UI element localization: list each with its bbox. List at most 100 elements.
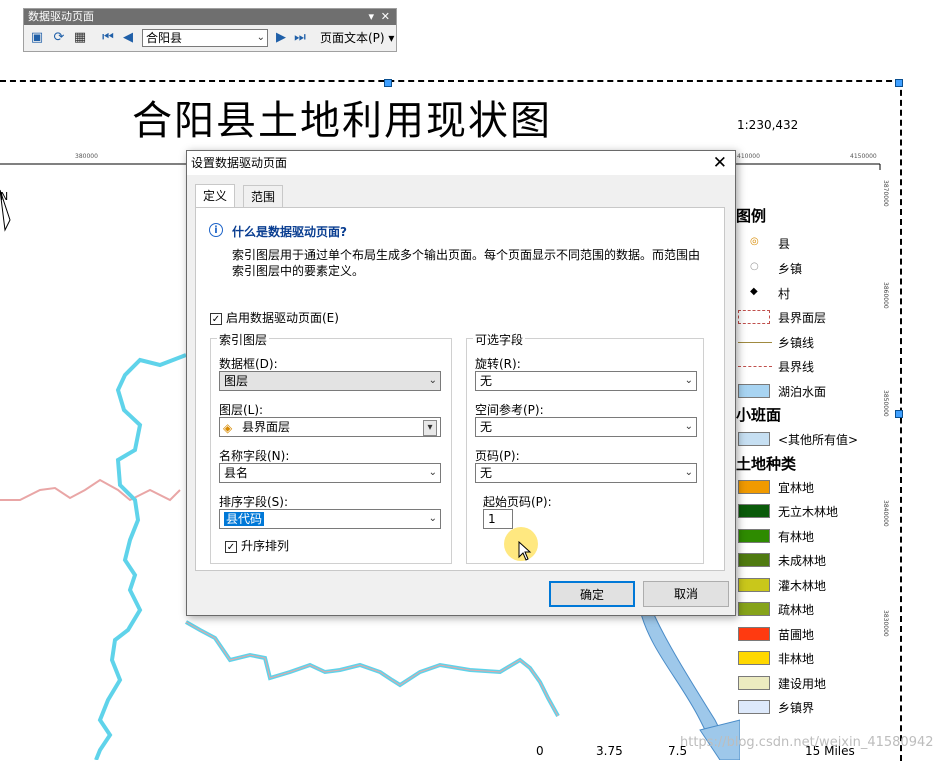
dialog-title: 设置数据驱动页面 bbox=[191, 156, 288, 170]
legend-item: 乡镇界 bbox=[736, 698, 886, 718]
legend-line bbox=[738, 342, 772, 343]
refresh-pages-icon[interactable]: ⟳ bbox=[51, 30, 67, 46]
setup-data-driven-pages-dialog: 设置数据驱动页面 ✕ 定义 范围 i 什么是数据驱动页面? 索引图层用于通过单个… bbox=[186, 150, 736, 616]
last-page-icon[interactable]: ⏭ bbox=[292, 30, 308, 46]
legend-item: ○ 乡镇 bbox=[736, 259, 886, 279]
data-frame-value: 图层 bbox=[224, 374, 249, 388]
ok-button[interactable]: 确定 bbox=[549, 581, 635, 607]
legend-item: ◆ 村 bbox=[736, 284, 886, 304]
enable-ddp-checkbox[interactable]: ✓ 启用数据驱动页面(E) bbox=[210, 309, 339, 326]
svg-text:380000: 380000 bbox=[75, 153, 98, 160]
toolbar-titlebar[interactable]: 数据驱动页面 ▾ ✕ bbox=[24, 9, 396, 25]
legend-swatch bbox=[738, 553, 770, 567]
legend-item-label: 灌木林地 bbox=[778, 579, 827, 593]
legend-item-label: 非林地 bbox=[778, 652, 815, 666]
legend-item-label: 宜林地 bbox=[778, 481, 815, 495]
legend-item-label: 县界面层 bbox=[778, 311, 827, 325]
tab-definition[interactable]: 定义 bbox=[195, 184, 236, 208]
spatial-reference-select[interactable]: 无 ⌄ bbox=[475, 417, 697, 437]
previous-page-icon[interactable]: ◀ bbox=[120, 30, 136, 46]
toolbar-title: 数据驱动页面 bbox=[28, 10, 94, 23]
rotation-select[interactable]: 无 ⌄ bbox=[475, 371, 697, 391]
chevron-down-icon: ⌄ bbox=[684, 467, 693, 478]
legend-swatch bbox=[738, 504, 770, 518]
info-description: 索引图层用于通过单个布局生成多个输出页面。每个页面显示不同范围的数据。而范围由索… bbox=[232, 248, 701, 278]
scale-bar-label: 3.75 bbox=[596, 744, 623, 758]
legend-item-label: 建设用地 bbox=[778, 677, 827, 691]
enable-ddp-label: 启用数据驱动页面(E) bbox=[226, 311, 339, 325]
setup-pages-icon[interactable]: ▣ bbox=[29, 30, 45, 46]
legend-item-label: 县界线 bbox=[778, 360, 815, 374]
map-title: 合阳县土地利用现状图 bbox=[132, 98, 552, 144]
dialog-titlebar[interactable]: 设置数据驱动页面 ✕ bbox=[187, 151, 735, 175]
close-icon[interactable]: ✕ bbox=[713, 151, 727, 175]
toolbar-dropdown-icon[interactable]: ▾ bbox=[368, 9, 374, 25]
name-field-value: 县名 bbox=[224, 466, 249, 480]
info-icon: i bbox=[209, 223, 223, 237]
legend-item-label: 疏林地 bbox=[778, 603, 815, 617]
county-point-icon: ◎ bbox=[750, 236, 759, 247]
page-select-value: 合阳县 bbox=[146, 31, 183, 45]
legend-item: <其他所有值> bbox=[736, 430, 886, 450]
rotation-label: 旋转(R): bbox=[475, 357, 521, 371]
tab-extent[interactable]: 范围 bbox=[243, 185, 284, 207]
next-page-icon[interactable]: ▶ bbox=[273, 30, 289, 46]
legend-item-label: 乡镇界 bbox=[778, 701, 815, 715]
selection-handle[interactable] bbox=[384, 79, 392, 87]
watermark: https://blog.csdn.net/weixin_41580942 bbox=[680, 735, 934, 750]
toolbar-close-icon[interactable]: ✕ bbox=[381, 9, 390, 25]
legend-swatch bbox=[738, 627, 770, 641]
page-text-menu[interactable]: 页面文本(P) ▾ bbox=[320, 29, 394, 47]
layer-value: 县界面层 bbox=[242, 420, 291, 434]
selection-handle[interactable] bbox=[895, 79, 903, 87]
spatial-reference-label: 空间参考(P): bbox=[475, 403, 544, 417]
chevron-down-icon: ⌄ bbox=[684, 421, 693, 432]
legend-item: 有林地 bbox=[736, 527, 886, 547]
index-layer-group: 索引图层 数据框(D): 图层 ⌄ 图层(L): ◈ 县界面层 ▾ 名称字段(N… bbox=[210, 331, 452, 564]
info-title: 什么是数据驱动页面? bbox=[232, 225, 347, 239]
selection-handle[interactable] bbox=[895, 410, 903, 418]
ascending-checkbox[interactable]: ✓ 升序排列 bbox=[225, 537, 289, 554]
legend-swatch bbox=[738, 602, 770, 616]
legend-item-label: 未成林地 bbox=[778, 554, 827, 568]
cancel-button[interactable]: 取消 bbox=[643, 581, 729, 607]
chevron-down-icon: ⌄ bbox=[256, 32, 265, 43]
start-page-input[interactable]: 1 bbox=[483, 509, 513, 529]
legend-item-label: 村 bbox=[778, 287, 791, 301]
data-frame-select[interactable]: 图层 ⌄ bbox=[219, 371, 441, 391]
start-page-value: 1 bbox=[488, 512, 496, 526]
legend-swatch bbox=[738, 310, 770, 324]
layer-label: 图层(L): bbox=[219, 403, 264, 417]
svg-text:410000: 410000 bbox=[737, 153, 760, 160]
legend-item: 无立木林地 bbox=[736, 502, 886, 522]
legend-swatch bbox=[738, 700, 770, 714]
legend-item-label: 乡镇 bbox=[778, 262, 803, 276]
legend-item: 非林地 bbox=[736, 649, 886, 669]
first-page-icon[interactable]: ⏮ bbox=[100, 30, 116, 46]
scale-bar-label: 0 bbox=[536, 744, 544, 758]
mouse-pointer-icon bbox=[518, 541, 532, 561]
legend-swatch bbox=[738, 651, 770, 665]
legend-swatch bbox=[738, 529, 770, 543]
chevron-down-icon: ⌄ bbox=[428, 513, 437, 524]
page-select[interactable]: 合阳县 ⌄ bbox=[142, 29, 268, 47]
checkbox-checked-icon: ✓ bbox=[210, 312, 222, 325]
name-field-select[interactable]: 县名 ⌄ bbox=[219, 463, 441, 483]
layer-select[interactable]: ◈ 县界面层 ▾ bbox=[219, 417, 441, 437]
name-field-label: 名称字段(N): bbox=[219, 449, 290, 463]
polygon-layer-icon: ◈ bbox=[223, 421, 233, 435]
page-number-label: 页码(P): bbox=[475, 449, 520, 463]
sort-field-select[interactable]: 县代码 ⌄ bbox=[219, 509, 441, 529]
page-number-select[interactable]: 无 ⌄ bbox=[475, 463, 697, 483]
legend-item-label: 有林地 bbox=[778, 530, 815, 544]
legend-item-label: 乡镇线 bbox=[778, 336, 815, 350]
town-point-icon: ○ bbox=[750, 261, 759, 272]
chevron-down-icon: ⌄ bbox=[684, 375, 693, 386]
legend-item: 建设用地 bbox=[736, 674, 886, 694]
index-layer-group-label: 索引图层 bbox=[217, 331, 270, 348]
definition-panel: i 什么是数据驱动页面? 索引图层用于通过单个布局生成多个输出页面。每个页面显示… bbox=[195, 207, 725, 571]
legend-item-label: 无立木林地 bbox=[778, 505, 839, 519]
attribute-table-icon[interactable]: ▦ bbox=[72, 30, 88, 46]
legend-item: 湖泊水面 bbox=[736, 382, 886, 402]
chevron-down-icon: ⌄ bbox=[428, 375, 437, 386]
